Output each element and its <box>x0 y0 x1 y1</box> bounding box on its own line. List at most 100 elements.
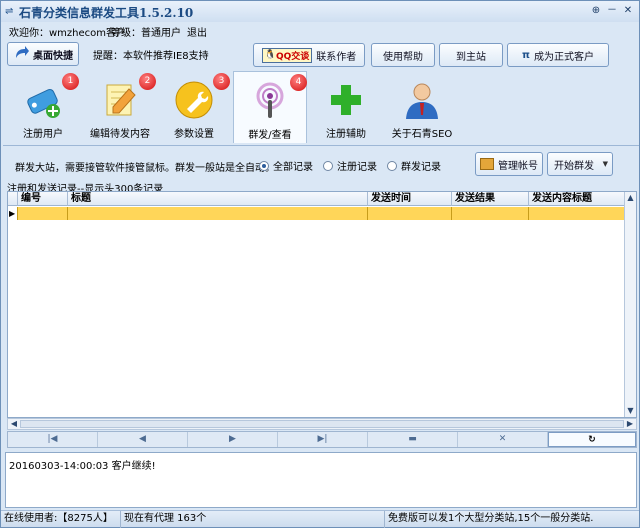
column-header-send-time[interactable]: 发送时间 <box>368 192 452 206</box>
vertical-scrollbar[interactable]: ▲ ▼ <box>624 192 636 417</box>
become-pro-label: 成为正式客户 <box>533 51 594 63</box>
tool-broadcast-view[interactable]: 4 群发/查看 <box>233 71 307 143</box>
table-cell[interactable] <box>18 207 68 220</box>
radio-register-records[interactable]: 注册记录 <box>323 158 377 173</box>
column-header-title[interactable]: 标题 <box>68 192 368 206</box>
table-cell[interactable] <box>452 207 529 220</box>
options-bar: 群发大站，需要接管软件接管鼠标。群发一般站是全自动。 全部记录 注册记录 群发记… <box>3 149 639 179</box>
minimize-window-button[interactable]: － <box>605 4 619 18</box>
pin-window-icon[interactable]: ⊕ <box>589 4 603 18</box>
help-button[interactable]: 使用帮助 <box>371 43 435 67</box>
logout-link[interactable]: 退出 <box>187 24 207 39</box>
close-window-button[interactable]: ✕ <box>621 4 635 18</box>
scroll-right-icon[interactable]: ▶ <box>624 419 636 429</box>
scroll-left-icon[interactable]: ◀ <box>8 419 20 429</box>
radio-label: 全部记录 <box>273 162 313 173</box>
nav-refresh-button[interactable]: ↻ <box>548 432 636 447</box>
nav-delete-button[interactable]: ▬ <box>368 432 458 447</box>
table-cell[interactable] <box>368 207 452 220</box>
grid-header: 编号 标题 发送时间 发送结果 发送内容标题 <box>8 192 625 206</box>
tool-label: 注册用户 <box>23 129 63 140</box>
nav-last-button[interactable]: ▶| <box>278 432 368 447</box>
record-navigator: |◀ ◀ ▶ ▶| ▬ ✕ ↻ <box>7 431 637 448</box>
scroll-down-icon[interactable]: ▼ <box>625 405 636 417</box>
wrench-icon <box>173 79 215 121</box>
step-badge: 3 <box>213 73 230 90</box>
divider <box>3 145 639 146</box>
horizontal-scrollbar[interactable]: ◀ ▶ <box>7 418 637 430</box>
user-level: 等级：普通用户 <box>111 28 181 39</box>
main-site-button[interactable]: 到主站 <box>439 43 503 67</box>
column-header-id[interactable]: 编号 <box>18 192 68 206</box>
qq-chat-label: QQ交谈 <box>275 51 310 62</box>
scroll-thumb[interactable] <box>20 420 624 428</box>
manage-accounts-label: 管理帐号 <box>498 160 538 172</box>
column-header-content-title[interactable]: 发送内容标题 <box>529 192 625 206</box>
status-proxy-count: 现在有代理 163个 <box>121 511 385 528</box>
app-window: ⇌ 石青分类信息群发工具1.5.2.10 ⊕ － ✕ 欢迎你：wmzhecom客… <box>0 0 640 528</box>
start-broadcast-label: 开始群发 <box>554 160 594 172</box>
contact-author-button[interactable]: 🐧 QQ交谈 联系作者 <box>253 43 365 67</box>
window-title: 石青分类信息群发工具1.5.2.10 <box>19 6 194 20</box>
broadcast-icon <box>249 80 291 122</box>
contact-author-label: 联系作者 <box>316 51 357 63</box>
manage-accounts-button[interactable]: 管理帐号 <box>475 152 543 176</box>
tool-register-user[interactable]: 1 注册用户 <box>6 71 80 143</box>
radio-broadcast-records[interactable]: 群发记录 <box>387 158 441 173</box>
step-badge: 1 <box>62 73 79 90</box>
welcome-text: 欢迎你：wmzhecom客户 <box>9 28 127 39</box>
table-cell[interactable] <box>68 207 368 220</box>
user-info-bar: 欢迎你：wmzhecom客户 等级：普通用户 退出 <box>1 22 639 40</box>
status-bar: 在线使用者:【8275人】 现在有代理 163个 免费版可以发1个大型分类站,1… <box>1 510 639 528</box>
radio-indicator <box>259 160 269 171</box>
broadcast-description: 群发大站，需要接管软件接管鼠标。群发一般站是全自动。 <box>15 163 275 174</box>
nav-prev-button[interactable]: ◀ <box>98 432 188 447</box>
radio-indicator <box>323 160 333 171</box>
pi-icon: π <box>522 49 530 61</box>
qq-icon: 🐧 QQ交谈 <box>261 47 313 63</box>
become-pro-button[interactable]: π 成为正式客户 <box>507 43 609 67</box>
log-line: 20160303-14:00:03 客户继续! <box>9 461 156 472</box>
step-badge: 2 <box>139 73 156 90</box>
scroll-up-icon[interactable]: ▲ <box>625 192 636 204</box>
tool-label: 群发/查看 <box>248 130 292 141</box>
tool-register-helper[interactable]: 注册辅助 <box>309 71 383 143</box>
tool-label: 编辑待发内容 <box>90 129 150 140</box>
tool-label: 参数设置 <box>174 129 214 140</box>
tool-about[interactable]: 关于石青SEO <box>385 71 459 143</box>
desktop-shortcut-label: 桌面快捷 <box>33 50 73 62</box>
reminder-text: 提醒：本软件推荐IE8支持 <box>93 51 209 62</box>
app-menu-icon[interactable]: ⇌ <box>5 6 13 17</box>
nav-next-button[interactable]: ▶ <box>188 432 278 447</box>
start-broadcast-button[interactable]: 开始群发 ▼ <box>547 152 613 176</box>
radio-all-records[interactable]: 全部记录 <box>259 158 313 173</box>
radio-label: 注册记录 <box>337 162 377 173</box>
row-header-cell <box>8 192 18 206</box>
tag-add-icon <box>22 79 64 121</box>
shortcut-arrow-icon <box>13 45 29 64</box>
current-row-arrow-icon: ▶ <box>9 209 16 218</box>
nav-cancel-button[interactable]: ✕ <box>458 432 548 447</box>
account-icon <box>480 158 494 170</box>
person-icon <box>401 79 443 121</box>
title-bar[interactable]: ⇌ 石青分类信息群发工具1.5.2.10 ⊕ － ✕ <box>1 1 639 22</box>
desktop-shortcut-button[interactable]: 桌面快捷 <box>7 42 79 66</box>
tool-label: 注册辅助 <box>326 129 366 140</box>
edit-document-icon <box>99 79 141 121</box>
status-online-users: 在线使用者:【8275人】 <box>1 511 121 528</box>
step-badge: 4 <box>290 74 307 91</box>
tool-label: 关于石青SEO <box>391 129 453 140</box>
status-notice: 免费版可以发1个大型分类站,15个一般分类站. <box>388 513 594 524</box>
records-grid[interactable]: 编号 标题 发送时间 发送结果 发送内容标题 ▶ ▲ ▼ <box>7 191 637 418</box>
radio-indicator <box>387 160 397 171</box>
tool-settings[interactable]: 3 参数设置 <box>157 71 231 143</box>
table-row[interactable] <box>8 207 625 220</box>
green-plus-icon <box>325 79 367 121</box>
tool-edit-content[interactable]: 2 编辑待发内容 <box>83 71 157 143</box>
dropdown-arrow-icon[interactable]: ▼ <box>603 160 608 168</box>
table-cell[interactable] <box>529 207 625 220</box>
nav-first-button[interactable]: |◀ <box>8 432 98 447</box>
log-panel[interactable]: 20160303-14:00:03 客户继续! <box>5 452 637 508</box>
tool-strip: 1 注册用户 2 编辑待发内容 3 参数设置 4 群发/查看 注册辅助 关于石青… <box>3 71 639 145</box>
column-header-send-result[interactable]: 发送结果 <box>452 192 529 206</box>
